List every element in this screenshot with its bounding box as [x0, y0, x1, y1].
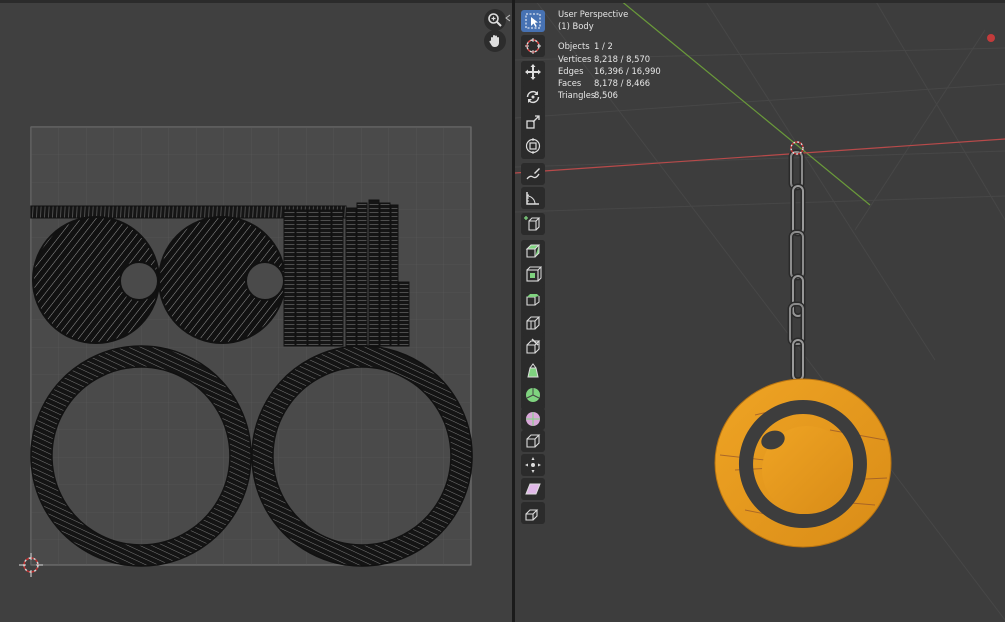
- stat-row-faces: Faces 8,178 / 8,466: [558, 77, 661, 89]
- viewport-overlay-stats: User Perspective (1) Body Objects 1 / 2 V…: [558, 8, 661, 101]
- uv-island-chain-strips: [283, 199, 410, 347]
- poly-build-icon[interactable]: [521, 360, 545, 382]
- stat-row-edges: Edges 16,396 / 16,990: [558, 65, 661, 77]
- stat-value: 8,178 / 8,466: [594, 78, 651, 89]
- stat-row-objects: Objects 1 / 2: [558, 40, 661, 52]
- hand-pan-icon[interactable]: [484, 30, 506, 52]
- select-box-icon[interactable]: [521, 10, 545, 32]
- stat-value: 8,218 / 8,570: [594, 53, 651, 64]
- stat-value: 8,506: [594, 90, 618, 101]
- viewport-header-strip: [515, 0, 1005, 3]
- shrink-fatten-icon[interactable]: [521, 454, 545, 476]
- uv-editor-panel[interactable]: [0, 0, 512, 622]
- stat-row-vertices: Vertices 8,218 / 8,570: [558, 53, 661, 65]
- stat-label: Vertices: [558, 53, 592, 64]
- uv-header-strip: [0, 0, 512, 3]
- add-cube-icon[interactable]: [521, 213, 545, 235]
- active-object-name: (1) Body: [558, 21, 594, 32]
- extrude-icon[interactable]: [521, 240, 545, 262]
- rip-icon[interactable]: [521, 502, 545, 524]
- rotate-icon[interactable]: [521, 86, 545, 108]
- gizmo-x-dot[interactable]: [987, 34, 995, 42]
- scale-icon[interactable]: [521, 111, 545, 133]
- stat-value: 16,396 / 16,990: [594, 65, 661, 76]
- loop-cut-icon[interactable]: [521, 312, 545, 334]
- annotate-icon[interactable]: [521, 163, 545, 185]
- stat-value: 1 / 2: [594, 41, 613, 52]
- stat-label: Triangles: [558, 90, 596, 101]
- stat-label: Faces: [558, 78, 582, 89]
- stat-label: Objects: [558, 41, 590, 52]
- cursor-icon[interactable]: [521, 35, 545, 57]
- x-axis-line: [515, 138, 1005, 174]
- edge-slide-icon[interactable]: [521, 430, 545, 452]
- zoom-icon[interactable]: [484, 9, 506, 31]
- transform-icon[interactable]: [521, 135, 545, 157]
- smooth-icon[interactable]: [521, 408, 545, 430]
- inset-icon[interactable]: [521, 264, 545, 286]
- bevel-icon[interactable]: [521, 288, 545, 310]
- spin-icon[interactable]: [521, 384, 545, 406]
- uv-island-disc-right: [158, 216, 286, 344]
- pendant-mesh: [714, 378, 892, 548]
- knife-icon[interactable]: [521, 336, 545, 358]
- uv-island-disc-left: [32, 216, 160, 344]
- uv-canvas[interactable]: [0, 0, 512, 622]
- sidebar-collapse-icon[interactable]: [505, 14, 511, 22]
- 3d-viewport[interactable]: User Perspective (1) Body Objects 1 / 2 V…: [515, 0, 1005, 622]
- measure-icon[interactable]: [521, 187, 545, 209]
- stat-row-triangles: Triangles 8,506: [558, 89, 661, 101]
- chain-mesh: [787, 149, 806, 383]
- move-icon[interactable]: [521, 61, 545, 83]
- shear-icon[interactable]: [521, 478, 545, 500]
- view-name: User Perspective: [558, 9, 629, 19]
- stat-label: Edges: [558, 65, 584, 76]
